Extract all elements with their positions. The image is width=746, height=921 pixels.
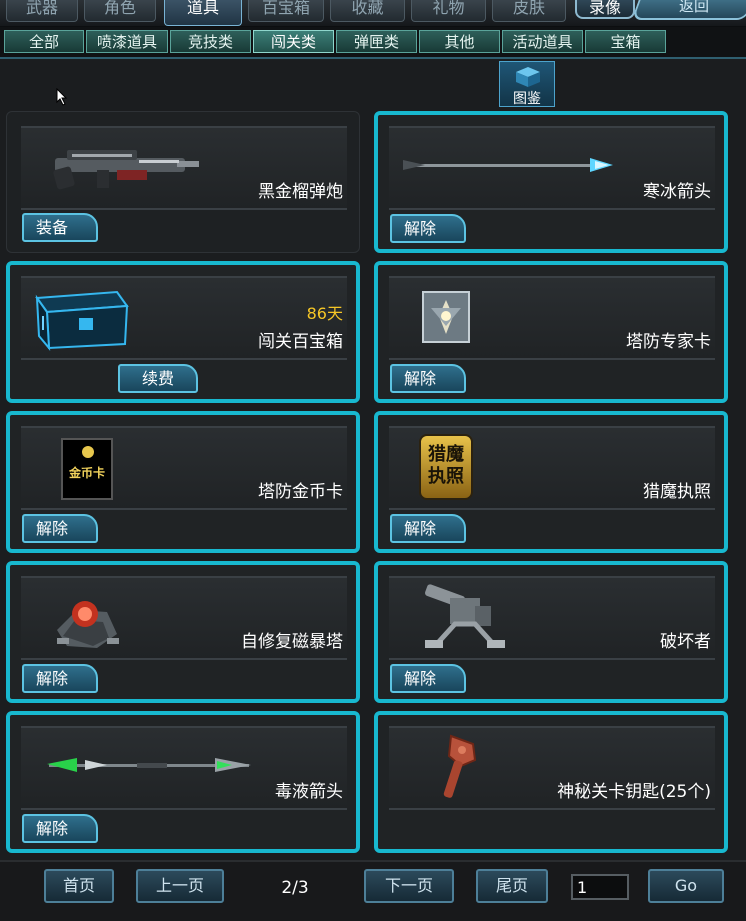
subtab-competitive[interactable]: 竞技类 [170,30,251,53]
gold-card-icon: 金币卡 [61,438,113,500]
destroyer-turret-icon [424,584,505,648]
tab-gifts[interactable]: 礼物 [411,0,486,22]
last-page-button[interactable]: 尾页 [476,869,548,903]
unequip-button[interactable]: 解除 [22,814,98,843]
venom-arrow-icon [47,758,251,772]
tab-weapons[interactable]: 武器 [6,0,78,22]
unequip-button[interactable]: 解除 [390,364,466,393]
item-slot: 破坏者 [389,576,715,660]
item-slot: 金币卡 塔防金币卡 [21,426,347,510]
item-card[interactable]: 黑金榴弹炮 装备 [6,111,360,253]
page-indicator: 2/3 [281,878,309,898]
grenade-launcher-icon [53,150,199,190]
unequip-button[interactable]: 解除 [22,664,98,693]
item-card[interactable]: 塔防专家卡 解除 [374,261,728,403]
unequip-button[interactable]: 解除 [390,514,466,543]
unequip-button[interactable]: 解除 [390,664,466,693]
item-name: 破坏者 [660,632,711,652]
tab-items[interactable]: 道具 [164,0,242,26]
unequip-button[interactable]: 解除 [390,214,466,243]
item-name: 塔防专家卡 [626,332,711,352]
item-card[interactable]: 破坏者 解除 [374,561,728,703]
treasure-chest-icon [35,290,129,351]
item-slot: 塔防专家卡 [389,276,715,360]
tesla-tower-icon [57,601,119,648]
subtab-all[interactable]: 全部 [4,30,84,53]
item-slot: 寒冰箭头 [389,126,715,210]
subtab-magazine[interactable]: 弹匣类 [336,30,417,53]
mystery-key-icon [443,734,477,798]
item-name: 塔防金币卡 [258,482,343,502]
tab-skins[interactable]: 皮肤 [492,0,566,22]
item-card[interactable]: 86天 闯关百宝箱 续费 [6,261,360,403]
gallery-button[interactable]: 图鉴 [499,61,555,107]
gold-card-label: 金币卡 [68,466,105,480]
gallery-cube-icon [516,67,540,87]
item-slot: 86天 闯关百宝箱 [21,276,347,360]
sub-tab-bar: 全部 喷漆道具 竞技类 闯关类 弹匣类 其他 活动道具 宝箱 [0,27,746,59]
first-page-button[interactable]: 首页 [44,869,114,903]
demon-license-icon: 猎魔执照 [419,434,473,500]
next-page-button[interactable]: 下一页 [364,869,454,903]
tab-collection[interactable]: 收藏 [330,0,405,22]
remaining-days: 86天 [306,304,343,323]
expert-card-icon [422,291,470,343]
item-name: 寒冰箭头 [643,182,711,202]
page-number-input[interactable] [571,874,629,900]
tab-characters[interactable]: 角色 [84,0,156,22]
tab-treasure-box[interactable]: 百宝箱 [248,0,324,22]
tab-replay[interactable]: 录像 [575,0,635,19]
item-name: 猎魔执照 [643,482,711,502]
subtab-other[interactable]: 其他 [419,30,500,53]
item-slot: 毒液箭头 [21,726,347,810]
item-slot: 神秘关卡钥匙(25个) [389,726,715,810]
item-name: 神秘关卡钥匙(25个) [557,782,711,802]
item-slot: 自修复磁暴塔 [21,576,347,660]
item-slot: 黑金榴弹炮 [21,126,347,210]
item-name: 闯关百宝箱 [258,332,343,352]
item-slot: 猎魔执照 猎魔执照 [389,426,715,510]
subtab-chests[interactable]: 宝箱 [585,30,666,53]
item-name: 自修复磁暴塔 [241,632,343,652]
equip-button[interactable]: 装备 [22,213,98,242]
go-button[interactable]: Go [648,869,724,903]
item-card[interactable]: 神秘关卡钥匙(25个) [374,711,728,853]
item-name: 黑金榴弹炮 [258,182,343,202]
back-button[interactable]: 返回 [631,0,746,20]
demon-license-label: 猎魔执照 [428,444,464,487]
prev-page-button[interactable]: 上一页 [136,869,224,903]
subtab-challenge[interactable]: 闯关类 [253,30,334,53]
gold-card-coin-icon [82,446,94,458]
main-tab-bar: 武器 角色 道具 百宝箱 收藏 礼物 皮肤 录像 返回 [0,0,746,27]
item-card[interactable]: 寒冰箭头 解除 [374,111,728,253]
subtab-spray[interactable]: 喷漆道具 [86,30,168,53]
item-card[interactable]: 猎魔执照 猎魔执照 解除 [374,411,728,553]
item-card[interactable]: 自修复磁暴塔 解除 [6,561,360,703]
renew-button[interactable]: 续费 [118,364,198,393]
unequip-button[interactable]: 解除 [22,514,98,543]
pagination-bar: 首页 上一页 2/3 下一页 尾页 Go [0,860,746,921]
item-name: 毒液箭头 [275,782,343,802]
subtab-event-items[interactable]: 活动道具 [502,30,583,53]
item-card[interactable]: 金币卡 塔防金币卡 解除 [6,411,360,553]
gallery-label: 图鉴 [513,91,541,107]
item-card[interactable]: 毒液箭头 解除 [6,711,360,853]
ice-arrow-icon [403,158,613,172]
back-button-label: 返回 [678,0,709,15]
